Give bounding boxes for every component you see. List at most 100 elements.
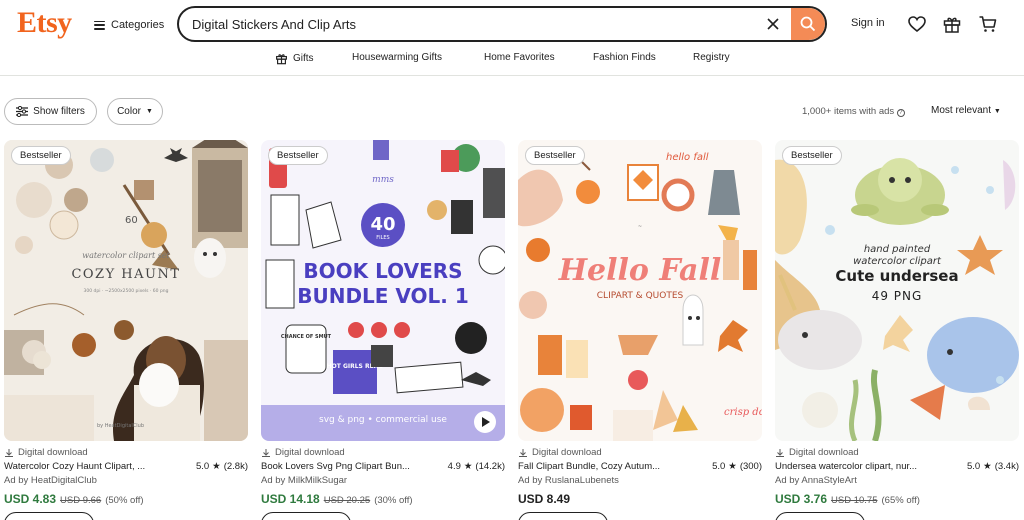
rating-value: 4.9 <box>447 461 461 472</box>
product-image[interactable]: hand painted watercolor clipart Cute und… <box>775 140 1019 441</box>
product-card[interactable]: hello fall ~ Hello Fall CLIPART & QUOTES… <box>518 140 762 520</box>
results-count-text: 1,000+ items with ads <box>802 106 895 117</box>
nav-item-fashion-finds[interactable]: Fashion Finds <box>593 52 656 63</box>
review-count: (300) <box>739 461 762 472</box>
nav-label: Home Favorites <box>484 52 555 63</box>
art-subtitle: CLIPART & QUOTES <box>597 291 684 301</box>
art-title-line1: BOOK LOVERS <box>303 259 462 283</box>
product-card[interactable]: 60 watercolor clipart set COZY HAUNT 300… <box>4 140 248 520</box>
add-to-cart-button[interactable] <box>775 512 865 520</box>
product-image[interactable]: hello fall ~ Hello Fall CLIPART & QUOTES… <box>518 140 762 441</box>
product-image[interactable]: 40 FILES mms BOOK LOVERS BUNDLE VOL. 1 C… <box>261 140 505 441</box>
download-icon <box>262 448 270 457</box>
categories-button[interactable]: Categories <box>94 15 164 35</box>
product-rating: 5.0 ★ (3.4k) <box>967 461 1019 472</box>
gift-icon <box>276 54 287 65</box>
digital-download-label: Digital download <box>4 447 88 458</box>
site-header: Etsy Categories Digital Stickers And Cli… <box>0 0 1024 48</box>
help-icon[interactable]: ? <box>896 109 905 117</box>
discount: (65% off) <box>881 495 920 506</box>
product-rating: 4.9 ★ (14.2k) <box>448 461 505 472</box>
product-title[interactable]: Fall Clipart Bundle, Cozy Autum... <box>518 461 683 472</box>
delivery-type: Digital download <box>275 447 345 458</box>
download-icon <box>519 448 527 457</box>
sort-dropdown[interactable]: Most relevant ▼ <box>931 105 1001 116</box>
gift-icon[interactable] <box>942 14 962 34</box>
product-card[interactable]: 40 FILES mms BOOK LOVERS BUNDLE VOL. 1 C… <box>261 140 505 520</box>
sign-in-link[interactable]: Sign in <box>851 17 885 29</box>
add-to-cart-button[interactable] <box>261 512 351 520</box>
add-to-cart-button[interactable] <box>518 512 608 520</box>
review-count: (2.8k) <box>223 461 248 472</box>
bestseller-badge: Bestseller <box>268 146 328 165</box>
art-badge-label: FILES <box>376 235 389 241</box>
product-title[interactable]: Book Lovers Svg Png Clipart Bun... <box>261 461 426 472</box>
star-icon: ★ <box>212 461 221 472</box>
art-sticker-text: CHANCE OF SMUT <box>281 334 332 340</box>
color-filter-label: Color <box>117 106 141 117</box>
bestseller-badge: Bestseller <box>782 146 842 165</box>
review-count: (14.2k) <box>475 461 505 472</box>
clear-search-button[interactable] <box>755 8 791 40</box>
product-card[interactable]: hand painted watercolor clipart Cute und… <box>775 140 1019 520</box>
art-specs: 300 dpi · ~2500x2500 pixels · 60 png <box>83 288 168 294</box>
show-filters-button[interactable]: Show filters <box>4 98 97 125</box>
nav-label: Registry <box>693 52 730 63</box>
nav-item-gifts[interactable]: Gifts <box>275 52 314 65</box>
price-row: USD 4.83 USD 9.66 (50% off) <box>4 492 144 506</box>
delivery-type: Digital download <box>532 447 602 458</box>
rating-value: 5.0 <box>966 461 981 472</box>
heart-icon[interactable] <box>907 14 927 34</box>
art-subtitle: watercolor clipart set <box>82 251 170 260</box>
sale-price: USD 3.76 <box>775 492 828 506</box>
nav-label: Housewarming Gifts <box>352 52 443 63</box>
sort-label: Most relevant <box>931 105 992 116</box>
ad-shop-label[interactable]: Ad by AnnaStyleArt <box>775 475 857 486</box>
star-icon: ★ <box>728 461 737 472</box>
search-input[interactable]: Digital Stickers And Clip Arts <box>179 17 755 32</box>
product-image[interactable]: 60 watercolor clipart set COZY HAUNT 300… <box>4 140 248 441</box>
nav-item-registry[interactable]: Registry <box>693 52 730 63</box>
art-quote: hello fall <box>666 152 709 163</box>
search-icon <box>800 16 816 32</box>
ad-shop-label[interactable]: Ad by MilkMilkSugar <box>261 475 347 486</box>
digital-download-label: Digital download <box>261 447 345 458</box>
categories-label: Categories <box>111 19 165 31</box>
caret-down-icon: ▼ <box>993 108 1001 115</box>
original-price: USD 10.75 <box>831 495 878 506</box>
digital-download-label: Digital download <box>775 447 859 458</box>
discount: (50% off) <box>105 495 144 506</box>
original-price: USD 9.66 <box>60 495 102 506</box>
art-brand: mms <box>372 175 394 185</box>
art-credit: by HeatDigitalClub <box>97 423 144 429</box>
sale-price: USD 14.18 <box>261 492 320 506</box>
product-title[interactable]: Undersea watercolor clipart, nur... <box>775 461 940 472</box>
price-row: USD 8.49 <box>518 492 570 506</box>
add-to-cart-button[interactable] <box>4 512 94 520</box>
sale-price: USD 4.83 <box>4 492 57 506</box>
product-title[interactable]: Watercolor Cozy Haunt Clipart, ... <box>4 461 169 472</box>
etsy-logo[interactable]: Etsy <box>17 6 72 40</box>
rating-value: 5.0 <box>712 461 726 472</box>
category-nav: Gifts Housewarming Gifts Home Favorites … <box>0 48 1024 76</box>
price-row: USD 3.76 USD 10.75 (65% off) <box>775 492 920 506</box>
art-title-line2: BUNDLE VOL. 1 <box>297 284 469 308</box>
star-icon: ★ <box>983 461 992 472</box>
ad-shop-label[interactable]: Ad by HeatDigitalClub <box>4 475 97 486</box>
search-bar: Digital Stickers And Clip Arts <box>177 6 827 42</box>
nav-item-housewarming[interactable]: Housewarming Gifts <box>352 52 442 63</box>
original-price: USD 20.25 <box>323 495 371 506</box>
product-rating: 5.0 ★ (300) <box>712 461 762 472</box>
nav-item-home-favorites[interactable]: Home Favorites <box>484 52 555 63</box>
art-footer: svg & png • commercial use <box>319 415 447 425</box>
color-filter-button[interactable]: Color ▼ <box>107 98 163 125</box>
results-count: 1,000+ items with ads ? <box>802 106 905 117</box>
cart-icon[interactable] <box>978 14 998 34</box>
art-title: COZY HAUNT <box>71 267 180 282</box>
close-icon <box>767 18 779 30</box>
art-count: 60 <box>125 215 138 226</box>
download-icon <box>776 448 784 457</box>
search-button[interactable] <box>791 8 825 40</box>
ad-shop-label[interactable]: Ad by RuslanaLubenets <box>518 475 619 486</box>
art-line1: hand painted <box>864 244 931 255</box>
